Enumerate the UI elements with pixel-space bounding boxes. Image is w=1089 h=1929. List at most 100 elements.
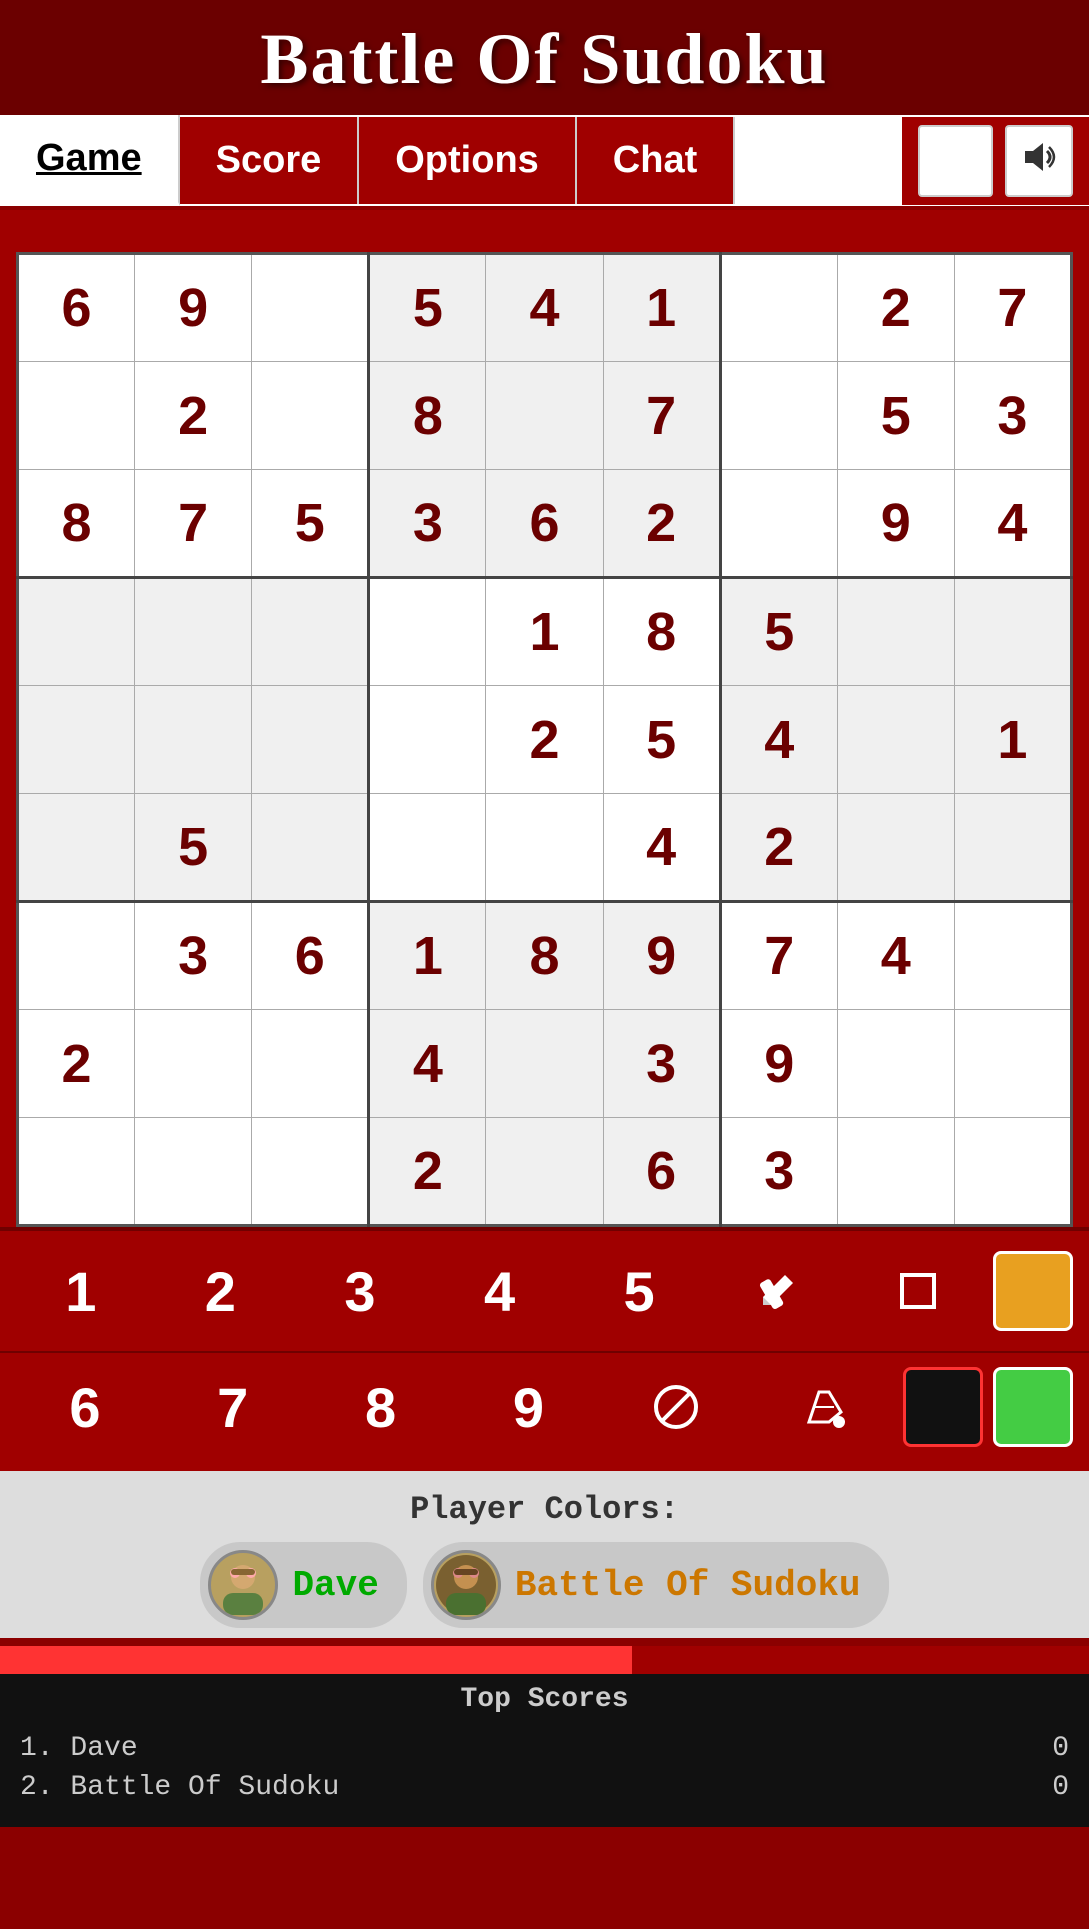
cell-r0-c8[interactable]: 7 [954, 254, 1071, 362]
cell-r3-c4[interactable]: 1 [486, 578, 603, 686]
cell-r3-c3[interactable] [369, 578, 486, 686]
cell-r7-c8[interactable] [954, 1010, 1071, 1118]
cell-r4-c5[interactable]: 5 [603, 686, 720, 794]
cell-r2-c6[interactable] [720, 470, 837, 578]
cell-r4-c7[interactable] [837, 686, 954, 794]
cell-r6-c7[interactable]: 4 [837, 902, 954, 1010]
num-1-button[interactable]: 1 [16, 1241, 146, 1341]
cell-r7-c2[interactable] [252, 1010, 369, 1118]
cell-r6-c3[interactable]: 1 [369, 902, 486, 1010]
cell-r2-c5[interactable]: 2 [603, 470, 720, 578]
cell-r0-c1[interactable]: 9 [135, 254, 252, 362]
cell-r3-c8[interactable] [954, 578, 1071, 686]
cell-r1-c4[interactable] [486, 362, 603, 470]
cell-r3-c2[interactable] [252, 578, 369, 686]
cell-r1-c8[interactable]: 3 [954, 362, 1071, 470]
tab-chat[interactable]: Chat [577, 117, 735, 204]
cell-r0-c0[interactable]: 6 [18, 254, 135, 362]
cell-r0-c2[interactable] [252, 254, 369, 362]
cell-r5-c7[interactable] [837, 794, 954, 902]
cell-r1-c2[interactable] [252, 362, 369, 470]
num-5-button[interactable]: 5 [574, 1241, 704, 1341]
cell-r7-c7[interactable] [837, 1010, 954, 1118]
cell-r6-c4[interactable]: 8 [486, 902, 603, 1010]
cell-r3-c5[interactable]: 8 [603, 578, 720, 686]
num-4-button[interactable]: 4 [435, 1241, 565, 1341]
cell-r0-c4[interactable]: 4 [486, 254, 603, 362]
cell-r7-c5[interactable]: 3 [603, 1010, 720, 1118]
cell-r8-c8[interactable] [954, 1118, 1071, 1226]
cell-r6-c1[interactable]: 3 [135, 902, 252, 1010]
cell-r5-c4[interactable] [486, 794, 603, 902]
cell-r7-c4[interactable] [486, 1010, 603, 1118]
cell-r0-c7[interactable]: 2 [837, 254, 954, 362]
cell-r3-c1[interactable] [135, 578, 252, 686]
cell-r5-c5[interactable]: 4 [603, 794, 720, 902]
fill-bucket-button[interactable] [755, 1357, 893, 1457]
cancel-button[interactable] [607, 1357, 745, 1457]
cell-r3-c0[interactable] [18, 578, 135, 686]
cell-r6-c2[interactable]: 6 [252, 902, 369, 1010]
cell-r8-c7[interactable] [837, 1118, 954, 1226]
cell-r7-c1[interactable] [135, 1010, 252, 1118]
cell-r7-c0[interactable]: 2 [18, 1010, 135, 1118]
cell-r8-c5[interactable]: 6 [603, 1118, 720, 1226]
cell-r6-c6[interactable]: 7 [720, 902, 837, 1010]
num-7-button[interactable]: 7 [164, 1357, 302, 1457]
cell-r1-c7[interactable]: 5 [837, 362, 954, 470]
cell-r0-c5[interactable]: 1 [603, 254, 720, 362]
num-3-button[interactable]: 3 [295, 1241, 425, 1341]
cell-r6-c5[interactable]: 9 [603, 902, 720, 1010]
cell-r8-c4[interactable] [486, 1118, 603, 1226]
cell-r0-c3[interactable]: 5 [369, 254, 486, 362]
cell-r3-c7[interactable] [837, 578, 954, 686]
cell-r1-c5[interactable]: 7 [603, 362, 720, 470]
cell-r1-c6[interactable] [720, 362, 837, 470]
cell-r5-c2[interactable] [252, 794, 369, 902]
pencil-button[interactable] [714, 1241, 844, 1341]
cell-r4-c2[interactable] [252, 686, 369, 794]
tab-game[interactable]: Game [0, 115, 180, 206]
cell-r2-c3[interactable]: 3 [369, 470, 486, 578]
tab-options[interactable]: Options [359, 117, 577, 204]
color-swatch-green[interactable] [993, 1367, 1073, 1447]
cell-r2-c0[interactable]: 8 [18, 470, 135, 578]
cell-r5-c0[interactable] [18, 794, 135, 902]
cell-r1-c3[interactable]: 8 [369, 362, 486, 470]
cell-r8-c0[interactable] [18, 1118, 135, 1226]
cell-r8-c6[interactable]: 3 [720, 1118, 837, 1226]
cell-r6-c0[interactable] [18, 902, 135, 1010]
cell-r8-c3[interactable]: 2 [369, 1118, 486, 1226]
smiley-button[interactable]: ☺ [918, 125, 993, 197]
cell-r5-c6[interactable]: 2 [720, 794, 837, 902]
cell-r1-c0[interactable] [18, 362, 135, 470]
cell-r4-c6[interactable]: 4 [720, 686, 837, 794]
tab-score[interactable]: Score [180, 117, 360, 204]
cell-r3-c6[interactable]: 5 [720, 578, 837, 686]
square-button[interactable] [853, 1241, 983, 1341]
cell-r1-c1[interactable]: 2 [135, 362, 252, 470]
sound-button[interactable] [1005, 125, 1073, 197]
cell-r2-c2[interactable]: 5 [252, 470, 369, 578]
cell-r5-c3[interactable] [369, 794, 486, 902]
num-9-button[interactable]: 9 [459, 1357, 597, 1457]
cell-r2-c1[interactable]: 7 [135, 470, 252, 578]
cell-r5-c1[interactable]: 5 [135, 794, 252, 902]
cell-r4-c1[interactable] [135, 686, 252, 794]
cell-r4-c0[interactable] [18, 686, 135, 794]
cell-r4-c3[interactable] [369, 686, 486, 794]
cell-r7-c6[interactable]: 9 [720, 1010, 837, 1118]
cell-r2-c8[interactable]: 4 [954, 470, 1071, 578]
cell-r2-c7[interactable]: 9 [837, 470, 954, 578]
num-2-button[interactable]: 2 [156, 1241, 286, 1341]
cell-r0-c6[interactable] [720, 254, 837, 362]
cell-r7-c3[interactable]: 4 [369, 1010, 486, 1118]
color-swatch-black[interactable] [903, 1367, 983, 1447]
cell-r8-c1[interactable] [135, 1118, 252, 1226]
num-6-button[interactable]: 6 [16, 1357, 154, 1457]
cell-r8-c2[interactable] [252, 1118, 369, 1226]
cell-r2-c4[interactable]: 6 [486, 470, 603, 578]
cell-r5-c8[interactable] [954, 794, 1071, 902]
cell-r6-c8[interactable] [954, 902, 1071, 1010]
color-swatch-orange[interactable] [993, 1251, 1073, 1331]
